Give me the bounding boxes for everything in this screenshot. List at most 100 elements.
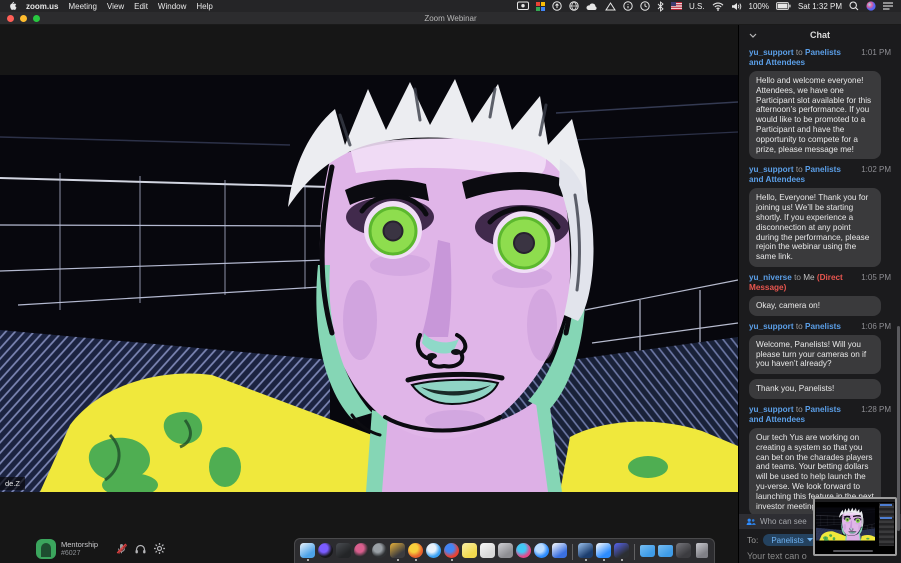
- discord-avatar[interactable]: [36, 539, 56, 559]
- menu-bar-clock[interactable]: Sat 1:32 PM: [798, 2, 842, 11]
- dock-app-chrome[interactable]: [444, 543, 459, 560]
- bluetooth-icon[interactable]: [657, 1, 664, 12]
- message-timestamp: 1:06 PM: [861, 322, 891, 332]
- message-sender: yu_niverse: [749, 273, 792, 282]
- dock-app-color-grid-app[interactable]: [390, 543, 405, 560]
- dock-app-siri[interactable]: [318, 543, 333, 560]
- battery-icon[interactable]: [776, 2, 791, 10]
- message-sender: yu_support: [749, 322, 794, 331]
- menu-bar-status-area: U.S. 100% Sat 1:32 PM: [517, 1, 893, 12]
- notification-center-icon[interactable]: [883, 2, 893, 10]
- history-clock-icon[interactable]: [640, 1, 650, 11]
- chrome-icon: [444, 543, 459, 558]
- running-indicator-dot: [621, 559, 623, 561]
- dock-app-gray-app[interactable]: [498, 543, 513, 560]
- apple-menu[interactable]: [8, 1, 17, 11]
- screen-preview-thumbnail[interactable]: [813, 497, 897, 556]
- dock-app-pinwheel-app[interactable]: [516, 543, 531, 560]
- dock-app-checkmark-app[interactable]: [552, 543, 567, 560]
- message-bubble: Thank you, Panelists!: [749, 379, 881, 399]
- dock-app-textedit[interactable]: [480, 543, 495, 560]
- privacy-note-text: Who can see: [760, 517, 807, 526]
- menu-item-zoom-us[interactable]: zoom.us: [26, 2, 58, 11]
- menu-item-meeting[interactable]: Meeting: [68, 2, 96, 11]
- info-circle-icon[interactable]: [623, 1, 633, 11]
- chat-scrollbar[interactable]: [897, 326, 900, 530]
- message-sender: yu_support: [749, 165, 794, 174]
- chat-message: yu_niverse to Me (Direct Message)1:05 PM…: [749, 273, 891, 316]
- menu-item-window[interactable]: Window: [158, 2, 186, 11]
- dock-app-folder-downloads[interactable]: [640, 543, 655, 560]
- message-bubble: Okay, camera on!: [749, 296, 881, 316]
- dock-app-blue-circle-app[interactable]: [534, 543, 549, 560]
- menu-item-view[interactable]: View: [107, 2, 124, 11]
- spotlight-search-icon[interactable]: [849, 1, 859, 11]
- dock-app-discord[interactable]: [614, 543, 629, 560]
- pinwheel-app-icon: [516, 543, 531, 558]
- dock-app-media-app[interactable]: [354, 543, 369, 560]
- app-menus: zoom.us Meeting View Edit Window Help: [26, 2, 213, 11]
- chevron-down-icon[interactable]: [749, 33, 757, 38]
- microphone-muted-icon[interactable]: [116, 543, 127, 554]
- dock-app-firefox[interactable]: [408, 543, 423, 560]
- cloud-icon[interactable]: [586, 2, 598, 11]
- circle-arrow-app-icon[interactable]: [552, 1, 562, 11]
- chat-panel: Chat yu_support to Panelists and Attende…: [738, 25, 901, 563]
- message-sender: yu_support: [749, 48, 794, 57]
- message-timestamp: 1:28 PM: [861, 405, 891, 415]
- mail-dark-app-icon: [578, 543, 593, 558]
- volume-icon[interactable]: [731, 2, 742, 11]
- dock-app-paper-plane-app[interactable]: [372, 543, 387, 560]
- warning-triangle-icon[interactable]: [605, 2, 616, 11]
- input-locale-label[interactable]: U.S.: [689, 2, 705, 11]
- trash-icon: [696, 543, 708, 558]
- chat-message: yu_support to Panelists and Attendees1:0…: [749, 48, 891, 159]
- dock-app-stack-misc[interactable]: [676, 543, 691, 560]
- dock-app-stickies[interactable]: [462, 543, 477, 560]
- us-flag-icon[interactable]: [671, 2, 682, 10]
- webinar-video-stage: de.Z: [0, 25, 738, 563]
- folder-downloads-icon: [640, 545, 655, 557]
- folder-documents-icon: [658, 545, 673, 557]
- macos-dock: [294, 538, 715, 563]
- discord-user-panel: Mentorship #6027: [36, 534, 168, 563]
- recipient-selected-value: Panelists: [771, 536, 803, 545]
- screen-mirroring-icon[interactable]: [517, 1, 529, 11]
- stylized-face-video-frame: [0, 75, 738, 492]
- safari-icon: [426, 543, 441, 558]
- headphones-icon[interactable]: [135, 544, 146, 554]
- menu-item-edit[interactable]: Edit: [134, 2, 148, 11]
- color-grid-app-icon: [390, 543, 405, 558]
- zoom-window-titlebar: Zoom Webinar: [0, 12, 901, 25]
- pip-video-frame: [816, 503, 875, 545]
- pip-dock-strip: [833, 550, 873, 553]
- message-recipient: Me: [803, 273, 814, 282]
- gear-icon[interactable]: [154, 543, 165, 554]
- dock-app-trash[interactable]: [694, 543, 709, 560]
- dock-app-finder[interactable]: [300, 543, 315, 560]
- siri-icon: [318, 543, 333, 558]
- siri-icon[interactable]: [866, 1, 876, 11]
- chat-message: yu_support to Panelists1:06 PMWelcome, P…: [749, 322, 891, 399]
- dark-globe-app-icon[interactable]: [569, 1, 579, 11]
- stack-misc-icon: [676, 543, 691, 558]
- people-icon: [746, 518, 756, 526]
- dock-divider: [572, 544, 573, 560]
- colorful-grid-app-icon[interactable]: [536, 2, 545, 11]
- menu-item-help[interactable]: Help: [196, 2, 212, 11]
- macos-desktop: zoom.us Meeting View Edit Window Help U.S. 10…: [0, 0, 901, 563]
- running-indicator-dot: [603, 559, 605, 561]
- dock-app-safari[interactable]: [426, 543, 441, 560]
- textedit-icon: [480, 543, 495, 558]
- message-bubble: Hello, Everyone! Thank you for joining u…: [749, 188, 881, 267]
- dock-app-folder-documents[interactable]: [658, 543, 673, 560]
- wifi-icon[interactable]: [712, 2, 724, 11]
- dock-app-terminal[interactable]: [336, 543, 351, 560]
- zoom-icon: [596, 543, 611, 558]
- dock-app-mail-dark-app[interactable]: [578, 543, 593, 560]
- chat-message-list[interactable]: yu_support to Panelists and Attendees1:0…: [739, 45, 901, 514]
- finder-icon: [300, 543, 315, 558]
- running-indicator-dot: [397, 559, 399, 561]
- chat-header: Chat: [739, 25, 901, 45]
- dock-app-zoom[interactable]: [596, 543, 611, 560]
